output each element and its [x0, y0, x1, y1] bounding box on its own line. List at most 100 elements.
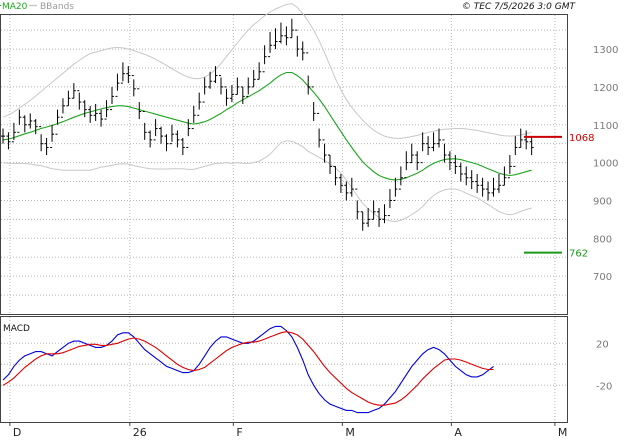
- ohlc-bar: [317, 112, 322, 148]
- ohlc-bar: [88, 105, 93, 123]
- ohlc-bar: [120, 62, 125, 84]
- signal-line: [2, 331, 494, 406]
- ohlc-bar: [284, 26, 289, 46]
- ohlc-bar: [251, 69, 256, 88]
- ohlc-bar: [344, 181, 349, 201]
- ohlc-bar: [66, 90, 71, 107]
- x-tick-label: D: [13, 426, 21, 439]
- price-tick-label: 900: [593, 196, 612, 207]
- ohlc-bar: [409, 143, 414, 164]
- ohlc-bar: [513, 136, 518, 167]
- ohlc-bar: [175, 130, 180, 148]
- ohlc-bar: [77, 90, 82, 110]
- ohlc-bar: [398, 166, 403, 190]
- ohlc-bar: [366, 208, 371, 227]
- macd-title: MACD: [3, 324, 30, 334]
- ohlc-bar: [300, 41, 305, 61]
- ohlc-bar: [268, 32, 273, 58]
- ohlc-bar: [22, 115, 27, 133]
- chart-svg: MA20 BBands © TEC 7/5/2026 3:0 GMT MACD …: [0, 2, 618, 439]
- ohlc-bar: [491, 177, 496, 197]
- ohlc-bar: [148, 130, 153, 148]
- ohlc-bar: [164, 134, 169, 152]
- ohlc-bar: [415, 151, 420, 171]
- ohlc-bar: [169, 124, 174, 145]
- ohlc-bar: [60, 98, 65, 118]
- ohlc-bar: [278, 22, 283, 44]
- ohlc-bar: [387, 189, 392, 217]
- ohlc-bar: [197, 92, 202, 116]
- ohlc-bar: [529, 136, 534, 156]
- ohlc-bar: [82, 100, 87, 118]
- ohlc-bar: [153, 119, 158, 141]
- ohlc-bar: [33, 119, 38, 135]
- source-stamp: © TEC 7/5/2026 3:0 GMT: [462, 2, 577, 12]
- ohlc-bar: [431, 132, 436, 152]
- chart-root: MA20 BBands © TEC 7/5/2026 3:0 GMT MACD …: [0, 0, 627, 440]
- ohlc-bar: [126, 66, 131, 84]
- ohlc-bar: [480, 177, 485, 197]
- ohlc-bar: [240, 86, 245, 104]
- ohlc-bar: [458, 162, 463, 182]
- ohlc-bar: [142, 111, 147, 140]
- ohlc-bar: [39, 126, 44, 152]
- ohlc-bar: [404, 151, 409, 179]
- support-label: 762: [569, 249, 588, 260]
- ohlc-bar: [464, 166, 469, 186]
- ohlc-bar: [55, 109, 60, 135]
- legend: MA20 BBands: [0, 2, 74, 12]
- ohlc-bar: [131, 75, 136, 97]
- ohlc-bar: [1, 128, 5, 144]
- ohlc-bar: [99, 109, 104, 127]
- ohlc-bar: [475, 173, 480, 193]
- ohlc-bar: [180, 138, 185, 156]
- ohlc-bar: [115, 73, 120, 97]
- ohlc-bar: [71, 83, 76, 99]
- ohlc-bar: [502, 166, 507, 186]
- y-tick-labels: 700 800 900 1000 1100 1200 1300 20 -20: [593, 45, 618, 392]
- macd-tick-label: -20: [596, 381, 612, 392]
- x-tick-label: M: [558, 426, 568, 439]
- price-tick-label: 700: [593, 272, 612, 283]
- ohlc-bar: [420, 132, 425, 164]
- resistance-label: 1068: [569, 133, 594, 144]
- legend-bbands-label: BBands: [40, 2, 74, 12]
- ohlc-bar: [518, 128, 523, 148]
- x-tick-labels: D 26 F M A M: [9, 422, 568, 439]
- support-resistance: 1068 762: [524, 133, 594, 260]
- ohlc-bar: [219, 75, 223, 95]
- ohlc-bar: [453, 155, 458, 174]
- macd-tick-label: 20: [596, 339, 609, 350]
- macd-lines: [2, 325, 494, 414]
- ma20-polyline: [2, 71, 532, 181]
- ohlc-bar: [104, 100, 109, 120]
- ohlc-bar: [426, 136, 431, 156]
- ohlc-bar: [437, 128, 441, 148]
- ohlc-bar: [11, 122, 16, 143]
- ohlc-bar: [137, 88, 142, 120]
- ohlc-bar: [17, 109, 22, 133]
- price-panel: [0, 14, 568, 315]
- bb-upper-line: [2, 3, 532, 139]
- price-tick-label: 1100: [593, 121, 618, 132]
- ohlc-bar: [382, 204, 387, 224]
- ohlc-bar: [295, 29, 300, 57]
- ohlc-bar: [246, 77, 251, 97]
- ohlc-bar: [257, 62, 262, 80]
- ohlc-bar: [28, 113, 33, 129]
- grid-main: [1, 15, 567, 314]
- ohlc-bar: [44, 138, 49, 156]
- ohlc-bar: [202, 77, 207, 103]
- x-tick-label: M: [345, 426, 355, 439]
- ohlc-bar: [486, 181, 491, 201]
- price-tick-label: 800: [593, 234, 612, 245]
- ohlc-bar: [224, 86, 229, 106]
- ohlc-bars: [1, 18, 534, 231]
- ohlc-bar: [371, 200, 376, 220]
- ohlc-bar: [289, 18, 294, 39]
- ohlc-bar: [360, 211, 365, 231]
- ohlc-bar: [159, 126, 164, 144]
- price-tick-label: 1200: [593, 83, 618, 94]
- ohlc-bar: [469, 170, 474, 190]
- x-tick-label: F: [236, 426, 242, 439]
